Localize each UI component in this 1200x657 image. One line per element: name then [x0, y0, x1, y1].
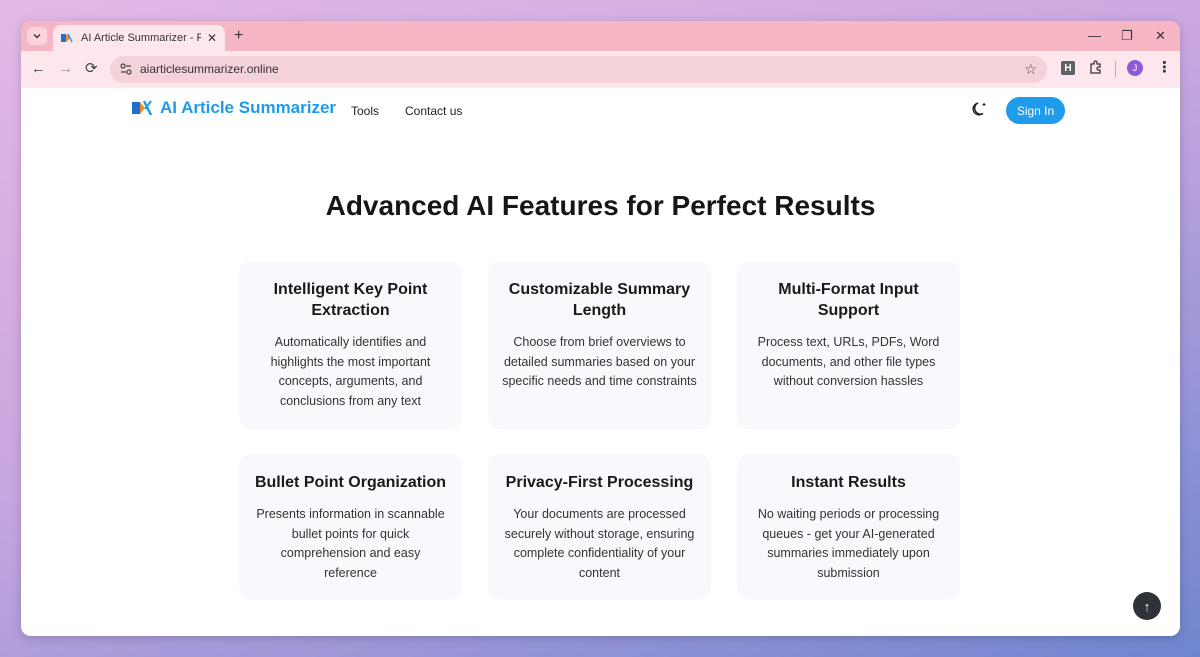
tab-close-icon[interactable]: ✕	[207, 31, 217, 45]
url-text: aiarticlesummarizer.online	[140, 62, 279, 76]
feature-title: Privacy-First Processing	[505, 474, 694, 491]
tab-strip: AI Article Summarizer - Free Te: ✕ + — ❐…	[21, 21, 1180, 51]
extensions-puzzle-icon[interactable]	[1088, 59, 1104, 75]
section-title: Advanced AI Features for Perfect Results	[325, 190, 876, 221]
feature-card: Instant Results No waiting periods or pr…	[737, 454, 960, 599]
browser-toolbar: ← → ⟳ aiarticlesummarizer.online ☆ H J ⋮	[21, 51, 1180, 88]
feature-description: Presents information in scannable bullet…	[256, 507, 445, 581]
extension-h-icon[interactable]: H	[1061, 61, 1075, 75]
chevron-down-icon	[33, 34, 41, 39]
web-page: AI Article Summarizer Tools Contact us S…	[21, 88, 1180, 636]
feature-description: Process text, URLs, PDFs, Word documents…	[757, 335, 940, 389]
brand[interactable]: AI Article Summarizer	[132, 98, 336, 118]
feature-title: Bullet Point Organization	[254, 474, 447, 491]
minimize-button[interactable]: —	[1088, 28, 1101, 44]
site-favicon-icon	[61, 32, 73, 44]
feature-title: Customizable Summary Length	[508, 281, 691, 319]
new-tab-button[interactable]: +	[234, 27, 243, 45]
active-tab[interactable]: AI Article Summarizer - Free Te: ✕	[53, 25, 225, 51]
feature-title: Instant Results	[791, 474, 906, 491]
tab-search-button[interactable]	[27, 27, 47, 45]
feature-card: Bullet Point Organization Presents infor…	[239, 454, 462, 599]
reload-button[interactable]: ⟳	[85, 60, 98, 78]
tab-title: AI Article Summarizer - Free Te:	[81, 32, 201, 44]
more-menu-icon[interactable]: ⋮	[1157, 59, 1172, 77]
bookmark-star-icon[interactable]: ☆	[1024, 61, 1037, 78]
forward-button[interactable]: →	[58, 60, 73, 78]
brand-name: AI Article Summarizer	[160, 98, 337, 117]
brand-logo-icon	[132, 100, 152, 116]
toolbar-divider	[1115, 61, 1116, 77]
close-window-button[interactable]: ✕	[1155, 28, 1166, 44]
feature-description: Automatically identifies and highlights …	[270, 335, 431, 409]
feature-card: Customizable Summary Length Choose from …	[488, 261, 711, 429]
scroll-to-top-button[interactable]: ↑	[1133, 592, 1161, 620]
sign-in-button[interactable]: Sign In	[1006, 97, 1065, 124]
feature-title: Multi-Format Input Support	[778, 281, 919, 319]
nav-contact-us[interactable]: Contact us	[405, 104, 462, 118]
dark-mode-toggle-icon[interactable]	[971, 100, 989, 118]
feature-description: No waiting periods or processing queues …	[757, 507, 940, 581]
restore-button[interactable]: ❐	[1121, 28, 1133, 44]
back-button[interactable]: ←	[31, 60, 46, 78]
feature-description: Choose from brief overviews to detailed …	[502, 335, 697, 389]
profile-avatar[interactable]: J	[1127, 60, 1143, 76]
site-header: AI Article Summarizer Tools Contact us S…	[21, 88, 1180, 136]
browser-window: AI Article Summarizer - Free Te: ✕ + — ❐…	[21, 21, 1180, 636]
feature-card: Intelligent Key Point Extraction Automat…	[239, 261, 462, 429]
feature-title: Intelligent Key Point Extraction	[273, 281, 428, 319]
feature-description: Your documents are processed securely wi…	[504, 507, 695, 581]
address-bar[interactable]: aiarticlesummarizer.online ☆	[110, 56, 1047, 83]
feature-card: Privacy-First Processing Your documents …	[488, 454, 711, 599]
feature-card: Multi-Format Input Support Process text,…	[737, 261, 960, 429]
site-info-icon[interactable]	[119, 62, 133, 76]
nav-tools[interactable]: Tools	[351, 104, 379, 118]
